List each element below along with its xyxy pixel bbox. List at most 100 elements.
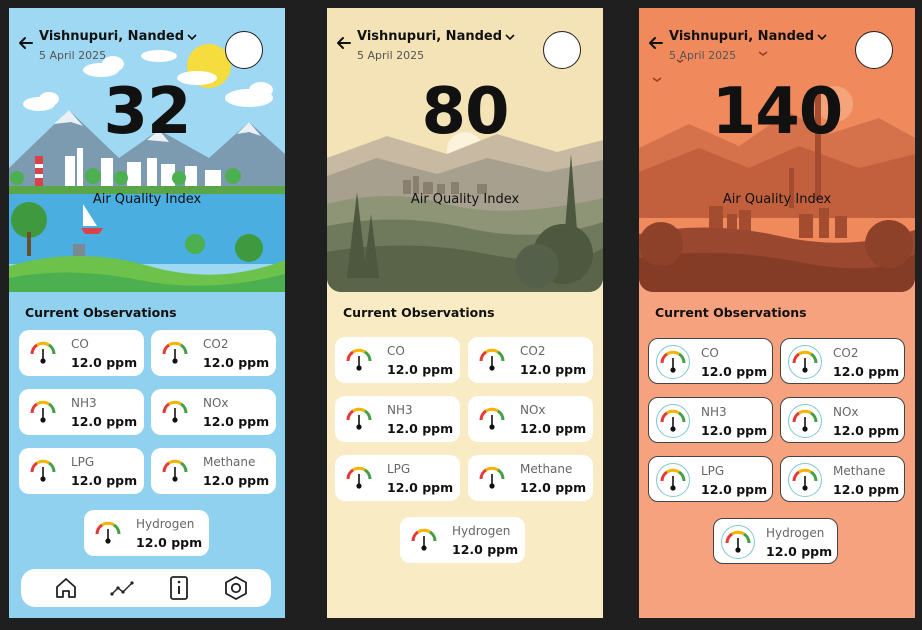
location-name: Vishnupuri, Nanded — [357, 29, 503, 44]
observation-value: 12.0 ppm — [203, 414, 270, 429]
gauge-icon — [162, 341, 188, 364]
observation-value: 12.0 ppm — [136, 535, 203, 550]
observation-value: 12.0 ppm — [203, 473, 270, 488]
observation-card-nox[interactable]: NOx 12.0 ppm — [151, 389, 276, 435]
observation-value: 12.0 ppm — [701, 482, 768, 497]
observation-card-lpg[interactable]: LPG 12.0 ppm — [19, 448, 144, 494]
observation-name: Methane — [833, 464, 886, 478]
observation-card-co[interactable]: CO 12.0 ppm — [19, 330, 144, 376]
back-arrow-icon[interactable] — [647, 34, 665, 52]
avatar[interactable] — [225, 31, 263, 69]
observation-value: 12.0 ppm — [833, 482, 900, 497]
observation-card-nox[interactable]: NOx 12.0 ppm — [468, 396, 593, 442]
gauge-icon — [346, 348, 372, 371]
observation-card-co2[interactable]: CO2 12.0 ppm — [468, 337, 593, 383]
observation-card-co[interactable]: CO 12.0 ppm — [648, 338, 773, 384]
gauge-icon — [792, 409, 818, 432]
location-selector[interactable]: Vishnupuri, Nanded — [669, 29, 827, 44]
gauge-icon — [660, 468, 686, 491]
back-arrow-icon[interactable] — [335, 34, 353, 52]
observation-value: 12.0 ppm — [71, 414, 138, 429]
observation-card-nh3[interactable]: NH3 12.0 ppm — [335, 396, 460, 442]
observation-card-nh3[interactable]: NH3 12.0 ppm — [19, 389, 144, 435]
observation-name: CO2 — [203, 337, 229, 351]
screen-good: Vishnupuri, Nanded 5 April 2025 32 Air Q… — [9, 8, 285, 618]
info-icon[interactable] — [166, 575, 192, 601]
aqi-value: 32 — [103, 75, 191, 149]
observation-name: CO — [701, 346, 719, 360]
observation-value: 12.0 ppm — [387, 362, 454, 377]
gauge-icon — [411, 528, 437, 551]
date-label: 5 April 2025 — [39, 49, 107, 62]
design-canvas: Vishnupuri, Nanded 5 April 2025 32 Air Q… — [0, 0, 922, 630]
gauge-icon — [792, 350, 818, 373]
observation-card-nox[interactable]: NOx 12.0 ppm — [780, 397, 905, 443]
chevron-down-icon — [187, 33, 197, 40]
observation-name: CO — [387, 344, 405, 358]
observation-value: 12.0 ppm — [701, 364, 768, 379]
observation-card-co2[interactable]: CO2 12.0 ppm — [780, 338, 905, 384]
observation-card-methane[interactable]: Methane 12.0 ppm — [780, 456, 905, 502]
chevron-down-icon — [817, 33, 827, 40]
aqi-label: Air Quality Index — [410, 192, 520, 207]
observation-card-hydrogen[interactable]: Hydrogen 12.0 ppm — [400, 517, 525, 563]
screen-poor: Vishnupuri, Nanded 5 April 2025 140 Air … — [639, 8, 915, 618]
location-selector[interactable]: Vishnupuri, Nanded — [357, 29, 515, 44]
location-selector[interactable]: Vishnupuri, Nanded — [39, 29, 197, 44]
settings-icon[interactable] — [223, 575, 249, 601]
avatar[interactable] — [855, 31, 893, 69]
chart-icon[interactable] — [109, 575, 135, 601]
gauge-icon — [725, 530, 751, 553]
observation-name: Hydrogen — [766, 526, 825, 540]
observation-value: 12.0 ppm — [520, 480, 587, 495]
observation-name: NH3 — [387, 403, 413, 417]
gauge-icon — [660, 350, 686, 373]
observation-card-hydrogen[interactable]: Hydrogen 12.0 ppm — [713, 518, 838, 564]
observation-name: LPG — [701, 464, 725, 478]
observation-name: Methane — [203, 455, 256, 469]
observation-value: 12.0 ppm — [833, 423, 900, 438]
screen-moderate: Vishnupuri, Nanded 5 April 2025 80 Air Q… — [327, 8, 603, 618]
gauge-icon — [162, 459, 188, 482]
gauge-icon — [30, 341, 56, 364]
observation-card-lpg[interactable]: LPG 12.0 ppm — [648, 456, 773, 502]
observation-card-hydrogen[interactable]: Hydrogen 12.0 ppm — [84, 510, 209, 556]
location-name: Vishnupuri, Nanded — [39, 29, 185, 44]
observation-value: 12.0 ppm — [701, 423, 768, 438]
observation-name: NOx — [203, 396, 229, 410]
gauge-icon — [792, 468, 818, 491]
observation-name: Hydrogen — [136, 517, 195, 531]
observation-value: 12.0 ppm — [520, 421, 587, 436]
aqi-value: 140 — [711, 75, 844, 149]
gauge-icon — [346, 466, 372, 489]
gauge-icon — [30, 400, 56, 423]
observation-card-methane[interactable]: Methane 12.0 ppm — [468, 455, 593, 501]
observation-card-co[interactable]: CO 12.0 ppm — [335, 337, 460, 383]
chevron-down-icon — [505, 33, 515, 40]
aqi-label: Air Quality Index — [92, 192, 202, 207]
aqi-label: Air Quality Index — [722, 192, 832, 207]
gauge-icon — [479, 407, 505, 430]
gauge-icon — [479, 466, 505, 489]
back-arrow-icon[interactable] — [17, 34, 35, 52]
observation-value: 12.0 ppm — [452, 542, 519, 557]
observation-name: Methane — [520, 462, 573, 476]
observation-value: 12.0 ppm — [387, 480, 454, 495]
observation-value: 12.0 ppm — [833, 364, 900, 379]
observation-value: 12.0 ppm — [766, 544, 833, 559]
observations-title: Current Observations — [343, 305, 495, 320]
observation-card-methane[interactable]: Methane 12.0 ppm — [151, 448, 276, 494]
observation-value: 12.0 ppm — [71, 355, 138, 370]
gauge-icon — [660, 409, 686, 432]
observation-name: LPG — [71, 455, 95, 469]
home-icon[interactable] — [53, 575, 79, 601]
observation-name: LPG — [387, 462, 411, 476]
avatar[interactable] — [543, 31, 581, 69]
observation-card-nh3[interactable]: NH3 12.0 ppm — [648, 397, 773, 443]
observation-value: 12.0 ppm — [203, 355, 270, 370]
observation-value: 12.0 ppm — [71, 473, 138, 488]
observation-card-lpg[interactable]: LPG 12.0 ppm — [335, 455, 460, 501]
observation-value: 12.0 ppm — [387, 421, 454, 436]
observations-title: Current Observations — [25, 305, 177, 320]
observation-card-co2[interactable]: CO2 12.0 ppm — [151, 330, 276, 376]
